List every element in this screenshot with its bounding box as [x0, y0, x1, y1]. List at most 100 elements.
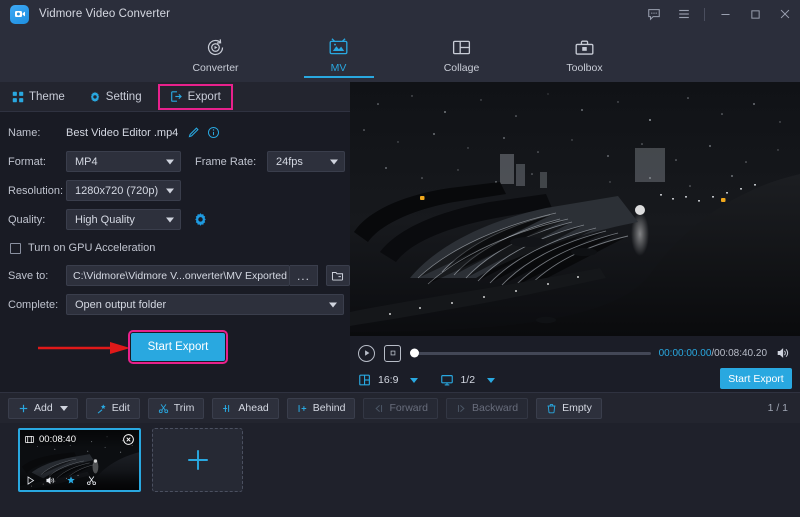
open-folder-button[interactable] — [326, 265, 350, 286]
trash-icon — [546, 403, 557, 414]
play-icon[interactable] — [25, 475, 36, 486]
nav-item-mv[interactable]: MV — [300, 32, 378, 74]
frame-rate-select[interactable]: 24fps — [267, 151, 345, 172]
screen-split-control[interactable]: 1/2 — [440, 373, 495, 387]
toolbar-button-trim[interactable]: Trim — [148, 398, 205, 419]
preview-start-export-button[interactable]: Start Export — [720, 368, 792, 389]
gpu-label: Turn on GPU Acceleration — [28, 242, 155, 254]
chat-bubble-icon[interactable] — [639, 0, 669, 28]
format-label: Format: — [8, 156, 66, 168]
close-icon[interactable] — [770, 0, 800, 28]
toolbar-label-edit: Edit — [112, 402, 130, 414]
frame-rate-value: 24fps — [276, 156, 303, 168]
chevron-down-icon — [329, 302, 337, 307]
clip-thumbnail[interactable]: 00:08:40 — [18, 428, 141, 492]
toolbox-icon — [574, 35, 595, 59]
pencil-icon[interactable] — [187, 126, 200, 139]
start-export-button[interactable]: Start Export — [131, 333, 225, 361]
browse-button[interactable]: ... — [290, 265, 317, 286]
frame-rate-label: Frame Rate: — [195, 156, 267, 168]
scissors-icon[interactable] — [86, 475, 97, 486]
gear-icon — [89, 91, 101, 103]
toolbar-label-ahead: Ahead — [238, 402, 268, 414]
toolbar-divider — [704, 8, 705, 21]
mv-picture-icon — [328, 35, 349, 59]
film-strip-icon — [24, 434, 35, 445]
toolbar-button-add[interactable]: Add — [8, 398, 78, 419]
toolbar-button-edit[interactable]: Edit — [86, 398, 140, 419]
main-navigation: Converter MV C — [0, 28, 800, 82]
hamburger-menu-icon[interactable] — [669, 0, 699, 28]
toolbar-button-empty[interactable]: Empty — [536, 398, 602, 419]
close-circle-icon[interactable] — [122, 433, 135, 446]
effects-star-icon[interactable] — [65, 475, 77, 487]
plus-icon — [18, 403, 29, 414]
clip-duration: 00:08:40 — [39, 434, 76, 445]
chevron-down-icon — [166, 217, 174, 222]
complete-label: Complete: — [8, 299, 66, 311]
gpu-checkbox[interactable] — [10, 243, 21, 254]
clip-actions — [20, 471, 139, 490]
chevron-down-icon — [166, 188, 174, 193]
current-time: 00:00:00.00 — [659, 348, 712, 359]
volume-icon[interactable] — [45, 475, 56, 486]
add-clip-button[interactable] — [152, 428, 243, 492]
screen-split-value: 1/2 — [460, 374, 475, 386]
toolbar-label-behind: Behind — [313, 402, 346, 414]
save-to-row: Save to: C:\Vidmore\Vidmore V...onverter… — [0, 263, 350, 288]
maximize-icon[interactable] — [740, 0, 770, 28]
info-circle-icon[interactable] — [207, 126, 220, 139]
minimize-icon[interactable] — [710, 0, 740, 28]
tab-label-setting: Setting — [106, 91, 142, 103]
complete-select[interactable]: Open output folder — [66, 294, 344, 315]
toolbar-button-backward[interactable]: Backward — [446, 398, 528, 419]
save-to-input[interactable]: C:\Vidmore\Vidmore V...onverter\MV Expor… — [66, 265, 290, 286]
monitor-icon — [440, 373, 454, 387]
toolbar-button-ahead[interactable]: Ahead — [212, 398, 278, 419]
volume-icon[interactable] — [776, 346, 790, 360]
play-button[interactable] — [358, 345, 375, 362]
quality-value: High Quality — [75, 214, 135, 226]
chevron-down-icon[interactable] — [410, 378, 418, 383]
tab-export[interactable]: Export — [158, 84, 233, 110]
quality-settings-gear-icon[interactable] — [193, 212, 208, 227]
resolution-value: 1280x720 (720p) — [75, 185, 158, 197]
quality-select[interactable]: High Quality — [66, 209, 181, 230]
app-title: Vidmore Video Converter — [39, 8, 170, 20]
complete-value: Open output folder — [75, 299, 166, 311]
video-preview[interactable] — [350, 82, 800, 336]
tab-setting[interactable]: Setting — [77, 82, 154, 112]
sub-tab-bar: Theme Setting Export — [0, 82, 350, 112]
save-to-value: C:\Vidmore\Vidmore V...onverter\MV Expor… — [73, 270, 287, 282]
page-indicator: 1 / 1 — [768, 402, 788, 414]
resolution-select[interactable]: 1280x720 (720p) — [66, 180, 181, 201]
export-arrow-icon — [170, 90, 183, 103]
toolbar-button-forward[interactable]: Forward — [363, 398, 438, 419]
plus-icon — [185, 447, 211, 473]
tab-theme[interactable]: Theme — [0, 82, 77, 112]
name-row: Name: Best Video Editor .mp4 — [0, 120, 350, 145]
toolbar-button-behind[interactable]: Behind — [287, 398, 356, 419]
seek-handle[interactable] — [410, 349, 419, 358]
format-row: Format: MP4 Frame Rate: 24fps — [0, 149, 350, 174]
nav-item-toolbox[interactable]: Toolbox — [546, 32, 624, 74]
title-bar: Vidmore Video Converter — [0, 0, 800, 28]
nav-item-collage[interactable]: Collage — [423, 32, 501, 74]
move-forward-icon — [373, 403, 384, 414]
chevron-down-icon — [166, 159, 174, 164]
aspect-ratio-icon — [358, 373, 372, 387]
format-value: MP4 — [75, 156, 98, 168]
aspect-ratio-control[interactable]: 16:9 — [358, 373, 418, 387]
seek-slider[interactable] — [411, 352, 651, 355]
nav-item-converter[interactable]: Converter — [177, 32, 255, 74]
chevron-down-icon[interactable] — [60, 406, 68, 411]
chevron-down-icon[interactable] — [487, 378, 495, 383]
magic-wand-icon — [96, 403, 107, 414]
clip-timeline: 00:08:40 — [0, 423, 800, 517]
preview-frame-image — [350, 82, 800, 336]
gpu-acceleration-row[interactable]: Turn on GPU Acceleration — [0, 236, 350, 260]
stop-button[interactable] — [384, 345, 401, 362]
app-window: Vidmore Video Converter — [0, 0, 800, 517]
tab-label-export: Export — [188, 91, 221, 103]
format-select[interactable]: MP4 — [66, 151, 181, 172]
